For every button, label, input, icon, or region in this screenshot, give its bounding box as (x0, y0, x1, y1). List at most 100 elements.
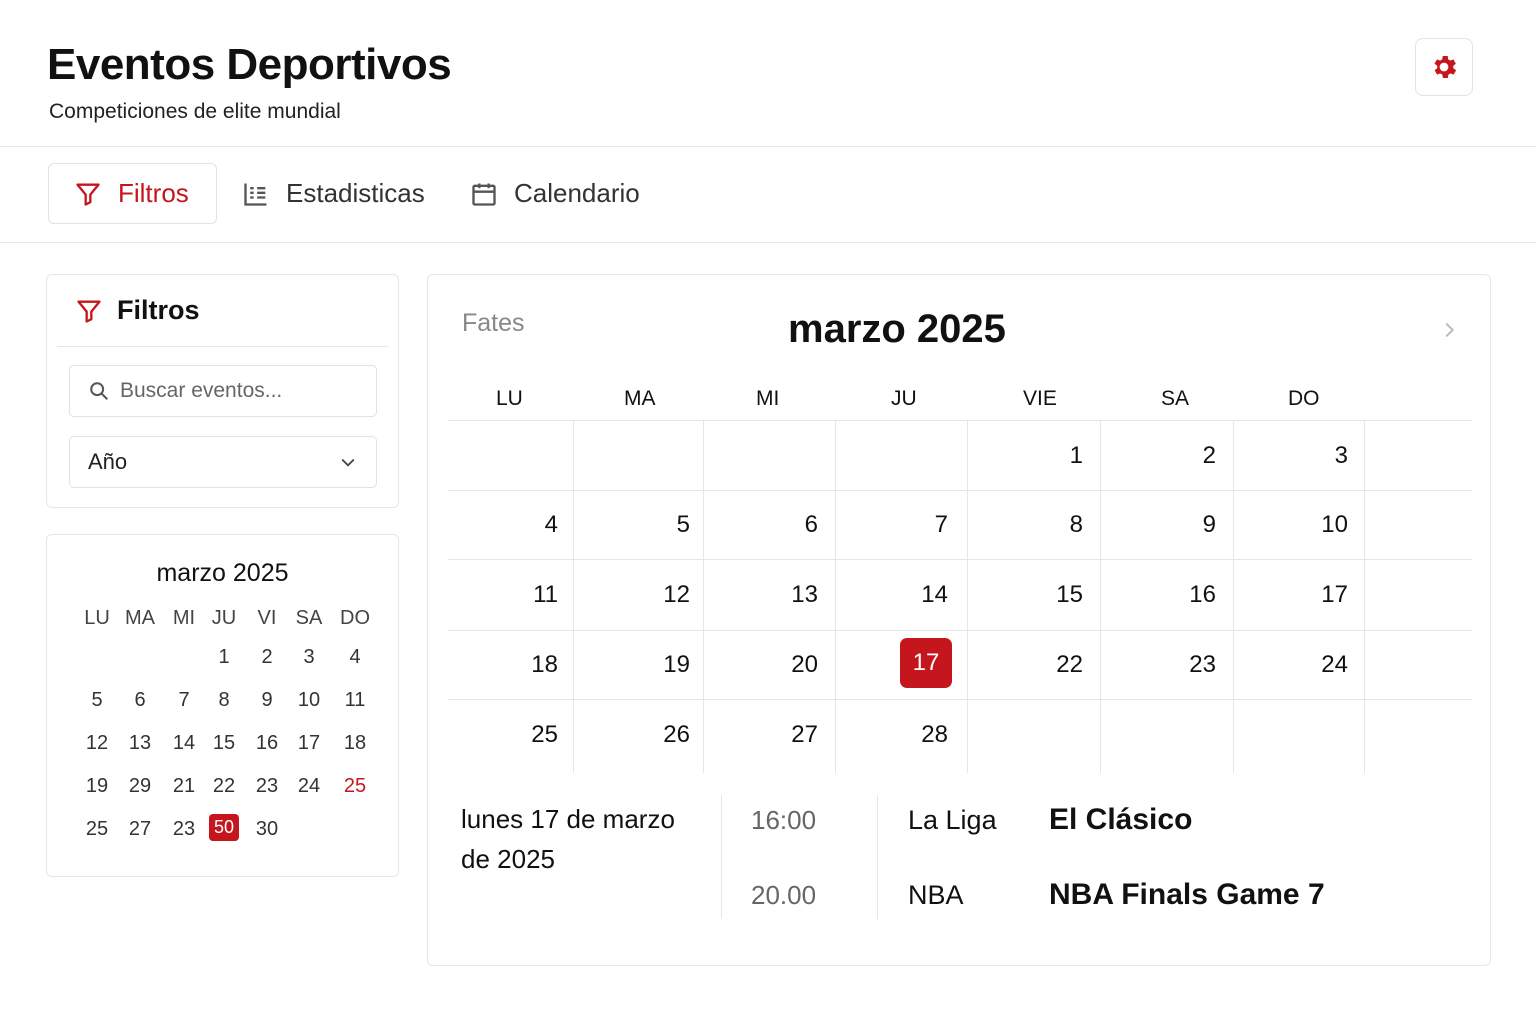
calendar-day[interactable]: 15 (1023, 581, 1083, 609)
calendar-day[interactable]: 10 (1288, 511, 1348, 539)
mini-calendar-day[interactable]: 1 (218, 646, 229, 669)
page-title: Eventos Deportivos (47, 40, 452, 89)
settings-button[interactable] (1415, 38, 1473, 96)
mini-day-header: MA (125, 607, 155, 629)
mini-calendar-day[interactable]: 30 (256, 818, 278, 841)
day-header: SA (1161, 387, 1190, 410)
mini-calendar-day[interactable]: 19 (86, 775, 108, 798)
calendar-day[interactable]: 24 (1288, 651, 1348, 679)
mini-calendar-day[interactable]: 9 (261, 689, 272, 712)
calendar-day[interactable]: 23 (1156, 651, 1216, 679)
calendar-day[interactable]: 13 (758, 581, 818, 609)
divider (877, 795, 878, 919)
calendar-day[interactable]: 11 (498, 581, 558, 609)
calendar-day[interactable]: 5 (630, 511, 690, 539)
mini-calendar-day[interactable]: 6 (134, 689, 145, 712)
day-header: MA (624, 387, 656, 410)
chevron-right-icon[interactable] (1438, 319, 1460, 341)
calendar-day[interactable]: 25 (498, 721, 558, 749)
calendar-day[interactable]: 2 (1156, 442, 1216, 470)
mini-calendar-day[interactable]: 14 (173, 732, 195, 755)
event-name[interactable]: NBA Finals Game 7 (1049, 878, 1325, 912)
calendar-day[interactable]: 22 (1023, 651, 1083, 679)
mini-calendar-day[interactable]: 2 (261, 646, 272, 669)
mini-calendar-day[interactable]: 25 (86, 818, 108, 841)
mini-calendar-day[interactable]: 22 (213, 775, 235, 798)
stats-list-icon (244, 183, 267, 206)
calendar-day[interactable]: 19 (630, 651, 690, 679)
calendar-day[interactable]: 14 (888, 581, 948, 609)
mini-calendar-day[interactable]: 27 (129, 818, 151, 841)
calendar-day[interactable]: 17 (900, 638, 952, 688)
event-time: 16:00 (751, 805, 817, 835)
mini-calendar-day[interactable]: 3 (303, 646, 314, 669)
filters-panel: Filtros Año (46, 274, 399, 508)
day-header: LU (496, 387, 523, 410)
mini-calendar-day[interactable]: 29 (129, 775, 151, 798)
mini-calendar-title: marzo 2025 (156, 559, 289, 587)
calendar-day[interactable]: 28 (888, 721, 948, 749)
calendar-day[interactable]: 3 (1288, 442, 1348, 470)
mini-calendar-day[interactable]: 16 (256, 732, 278, 755)
calendar-day[interactable]: 17 (1288, 581, 1348, 609)
mini-calendar-day[interactable]: 10 (298, 689, 320, 712)
mini-calendar-week: 25 27 23 50 30 (47, 814, 398, 842)
grid-line (1233, 421, 1234, 773)
mini-calendar-day[interactable]: 15 (213, 732, 235, 755)
calendar-day[interactable]: 18 (498, 651, 558, 679)
main-calendar: Fates marzo 2025 LU MA MI JU VIE SA DO 1 2 3 4 5 6 7 8… (427, 274, 1491, 966)
mini-calendar-day[interactable]: 7 (178, 689, 189, 712)
mini-calendar-day[interactable]: 8 (218, 689, 229, 712)
calendar-day[interactable]: 20 (758, 651, 818, 679)
tab-filtros-label: Filtros (118, 178, 189, 208)
mini-calendar-day[interactable]: 25 (344, 775, 366, 798)
mini-calendar-day[interactable]: 23 (173, 818, 195, 841)
year-select[interactable]: Año (69, 436, 377, 488)
filters-header: Filtros (57, 275, 388, 347)
mini-calendar-day[interactable]: 13 (129, 732, 151, 755)
calendar-day[interactable]: 4 (498, 511, 558, 539)
tab-estadisticas[interactable]: Estadisticas (242, 163, 425, 224)
search-input[interactable] (120, 379, 360, 403)
mini-calendar-day[interactable]: 23 (256, 775, 278, 798)
mini-calendar-day[interactable]: 21 (173, 775, 195, 798)
grid-line (1100, 421, 1101, 773)
tab-filtros[interactable]: Filtros (48, 163, 217, 224)
mini-day-header: MI (172, 607, 196, 629)
tab-calendario[interactable]: Calendario (470, 163, 640, 224)
calendar-day[interactable]: 6 (758, 511, 818, 539)
filter-icon (76, 183, 100, 206)
mini-calendar-week: 1 2 3 4 (47, 646, 398, 670)
search-box[interactable] (69, 365, 377, 417)
event-league: NBA (908, 880, 964, 910)
mini-calendar-day[interactable]: 11 (345, 689, 366, 712)
calendar-day[interactable]: 12 (630, 581, 690, 609)
day-header: MI (756, 387, 780, 410)
mini-calendar-day[interactable]: 24 (298, 775, 320, 798)
mini-day-header: VI (257, 607, 277, 629)
calendar-day[interactable]: 9 (1156, 511, 1216, 539)
mini-calendar-week: 5 6 7 8 9 10 11 (47, 689, 398, 713)
calendar-title: marzo 2025 (788, 307, 1006, 351)
mini-calendar-day[interactable]: 50 (208, 814, 240, 841)
mini-calendar-day-headers: LU MA MI JU VI SA DO (47, 607, 398, 631)
tab-estadisticas-label: Estadisticas (286, 178, 425, 208)
event-name[interactable]: El Clásico (1049, 803, 1192, 837)
event-date: lunes 17 de marzo de 2025 (461, 804, 675, 874)
calendar-day[interactable]: 26 (630, 721, 690, 749)
calendar-day[interactable]: 16 (1156, 581, 1216, 609)
search-icon (90, 382, 108, 400)
mini-calendar-day[interactable]: 5 (91, 689, 102, 712)
calendar-icon (472, 183, 496, 206)
divider (721, 795, 722, 919)
calendar-day[interactable]: 7 (888, 511, 948, 539)
mini-calendar-day[interactable]: 4 (349, 646, 360, 669)
day-header: DO (1288, 387, 1320, 410)
calendar-day[interactable]: 8 (1023, 511, 1083, 539)
tab-calendario-label: Calendario (514, 178, 640, 208)
mini-calendar-day[interactable]: 17 (298, 732, 320, 755)
calendar-day[interactable]: 1 (1023, 442, 1083, 470)
calendar-day[interactable]: 27 (758, 721, 818, 749)
mini-calendar-day[interactable]: 18 (344, 732, 366, 755)
mini-calendar-day[interactable]: 12 (86, 732, 108, 755)
